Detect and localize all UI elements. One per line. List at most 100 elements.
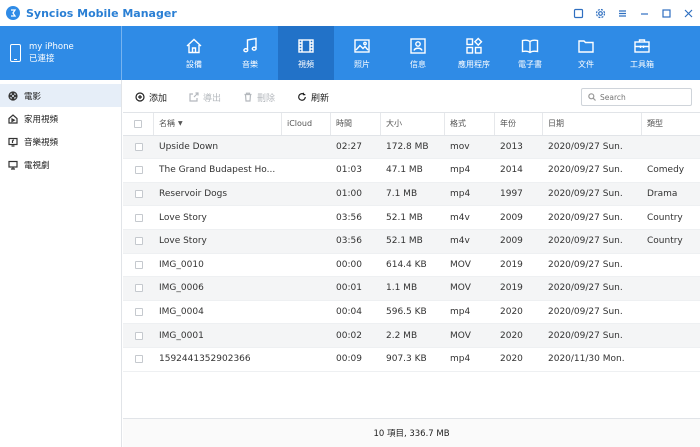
select-all-checkbox[interactable] bbox=[134, 119, 142, 128]
feedback-icon[interactable] bbox=[570, 5, 586, 21]
tab-files[interactable]: 文件 bbox=[558, 26, 614, 80]
table-header: 名稱 ▼ iCloud 時間 大小 格式 年份 日期 類型 bbox=[123, 112, 700, 136]
tab-label: 應用程序 bbox=[458, 59, 490, 69]
cell-icloud bbox=[282, 301, 331, 324]
tab-device[interactable]: 設備 bbox=[166, 26, 222, 80]
row-checkbox-cell bbox=[123, 230, 154, 253]
tab-music[interactable]: 音樂 bbox=[222, 26, 278, 80]
tab-toolbox[interactable]: 工具箱 bbox=[614, 26, 670, 80]
item-summary: 10 項目, 336.7 MB bbox=[373, 429, 450, 439]
cell-size: 596.5 KB bbox=[386, 307, 427, 318]
music-video-icon bbox=[8, 137, 18, 147]
sidebar-item-label: 電視劇 bbox=[24, 160, 50, 171]
maximize-icon[interactable] bbox=[658, 5, 674, 21]
refresh-button[interactable]: 刷新 bbox=[297, 91, 329, 104]
column-header-format[interactable]: 格式 bbox=[445, 113, 495, 135]
menu-icon[interactable] bbox=[614, 5, 630, 21]
device-panel[interactable]: my iPhone 已連接 bbox=[0, 26, 122, 80]
row-checkbox[interactable] bbox=[134, 331, 143, 340]
cell-time: 03:56 bbox=[336, 212, 362, 223]
tab-info[interactable]: 信息 bbox=[390, 26, 446, 80]
sidebar-item-movies[interactable]: 電影 bbox=[0, 84, 121, 107]
table-row[interactable]: IMG_0004 00:04 596.5 KB mp4 2020 2020/09/27 S… bbox=[123, 301, 700, 325]
column-header-date[interactable]: 日期 bbox=[543, 113, 642, 135]
table-row[interactable]: Reservoir Dogs 01:00 7.1 MB mp4 1997 2020/09/… bbox=[123, 182, 700, 207]
film-reel-icon bbox=[8, 90, 18, 101]
row-checkbox[interactable] bbox=[134, 190, 143, 199]
cell-size: 907.3 KB bbox=[386, 354, 427, 365]
gear-icon[interactable] bbox=[592, 5, 608, 21]
cell-format: MOV bbox=[450, 259, 471, 270]
row-checkbox-cell bbox=[123, 206, 154, 229]
search-icon bbox=[588, 93, 596, 101]
column-header-time[interactable]: 時間 bbox=[331, 113, 381, 135]
cell-name: Reservoir Dogs bbox=[159, 189, 228, 200]
column-header-icloud[interactable]: iCloud bbox=[282, 113, 331, 135]
window-controls bbox=[570, 5, 696, 21]
cell-year: 2013 bbox=[500, 141, 523, 152]
table-row[interactable]: IMG_0010 00:00 614.4 KB MOV 2019 2020/09/27 S… bbox=[123, 254, 700, 278]
row-checkbox[interactable] bbox=[134, 355, 143, 364]
column-header-name[interactable]: 名稱 ▼ bbox=[154, 113, 282, 135]
sidebar-item-label: 音樂視頻 bbox=[24, 137, 59, 148]
cell-name: Love Story bbox=[159, 212, 207, 223]
export-icon bbox=[189, 92, 199, 102]
cell-size: 2.2 MB bbox=[386, 330, 418, 341]
cell-genre bbox=[642, 348, 700, 371]
tab-apps[interactable]: 應用程序 bbox=[446, 26, 502, 80]
cell-date: 2020/09/27 Sun. bbox=[548, 307, 623, 318]
cell-size: 614.4 KB bbox=[386, 259, 427, 270]
apps-icon bbox=[466, 37, 483, 54]
search-box bbox=[581, 88, 692, 106]
sort-down-icon: ▼ bbox=[178, 120, 183, 128]
cell-year: 2014 bbox=[500, 165, 523, 176]
table-row[interactable]: Upside Down 02:27 172.8 MB mov 2013 2020/09/2… bbox=[123, 135, 700, 160]
cell-format: mp4 bbox=[450, 165, 471, 176]
row-checkbox-cell bbox=[123, 277, 154, 300]
row-checkbox[interactable] bbox=[134, 237, 143, 246]
tab-video[interactable]: 視頻 bbox=[278, 26, 334, 80]
tab-photo[interactable]: 照片 bbox=[334, 26, 390, 80]
add-button[interactable]: 添加 bbox=[135, 91, 167, 104]
sidebar-item-home-video[interactable]: 家用視頻 bbox=[0, 107, 121, 130]
column-header-genre[interactable]: 類型 bbox=[642, 113, 700, 135]
video-table: 名稱 ▼ iCloud 時間 大小 格式 年份 日期 類型 Upside Down… bbox=[123, 112, 700, 372]
tab-ebook[interactable]: 電子書 bbox=[502, 26, 558, 80]
row-checkbox[interactable] bbox=[134, 284, 143, 293]
search-input[interactable] bbox=[600, 92, 690, 102]
table-row[interactable]: IMG_0006 00:01 1.1 MB MOV 2019 2020/09/27 Sun… bbox=[123, 277, 700, 301]
sidebar-item-music-video[interactable]: 音樂視頻 bbox=[0, 130, 121, 153]
table-row[interactable]: Love Story 03:56 52.1 MB m4v 2009 2020/09/27 … bbox=[123, 206, 700, 230]
delete-button[interactable]: 刪除 bbox=[243, 91, 275, 104]
row-checkbox[interactable] bbox=[134, 260, 143, 269]
row-checkbox[interactable] bbox=[134, 142, 143, 151]
cell-genre: Comedy bbox=[647, 165, 685, 176]
row-checkbox[interactable] bbox=[134, 213, 143, 222]
cell-format: m4v bbox=[450, 236, 470, 247]
close-icon[interactable] bbox=[680, 5, 696, 21]
minimize-icon[interactable] bbox=[636, 5, 652, 21]
cell-date: 2020/09/27 Sun. bbox=[548, 330, 623, 341]
table-row[interactable]: The Grand Budapest Ho... 01:03 47.1 MB mp4 2… bbox=[123, 159, 700, 183]
tab-label: 視頻 bbox=[298, 59, 314, 69]
sidebar-item-tv-series[interactable]: 電視劇 bbox=[0, 153, 121, 176]
cell-year: 2019 bbox=[500, 283, 523, 294]
table-row[interactable]: Love Story 03:56 52.1 MB m4v 2009 2020/09/27 … bbox=[123, 229, 700, 254]
cell-size: 52.1 MB bbox=[386, 212, 423, 223]
row-checkbox[interactable] bbox=[134, 308, 143, 317]
cell-year: 1997 bbox=[500, 189, 523, 200]
row-checkbox[interactable] bbox=[134, 166, 143, 175]
cell-time: 01:03 bbox=[336, 165, 362, 176]
table-row[interactable]: IMG_0001 00:02 2.2 MB MOV 2020 2020/09/27 Sun… bbox=[123, 324, 700, 348]
column-header-size[interactable]: 大小 bbox=[381, 113, 445, 135]
cell-genre: Drama bbox=[647, 189, 678, 200]
table-row[interactable]: 1592441352902366 00:09 907.3 KB mp4 2020 2020… bbox=[123, 348, 700, 372]
export-button[interactable]: 導出 bbox=[189, 91, 221, 104]
cell-format: mov bbox=[450, 141, 470, 152]
cell-format: mp4 bbox=[450, 189, 471, 200]
row-checkbox-cell bbox=[123, 159, 154, 182]
top-navigation: my iPhone 已連接 設備 音樂 視頻 照片 信息 應用程序 電子書 文件… bbox=[0, 26, 700, 80]
column-header-year[interactable]: 年份 bbox=[495, 113, 543, 135]
row-checkbox-cell bbox=[123, 136, 154, 159]
syncios-logo-icon bbox=[6, 6, 20, 20]
